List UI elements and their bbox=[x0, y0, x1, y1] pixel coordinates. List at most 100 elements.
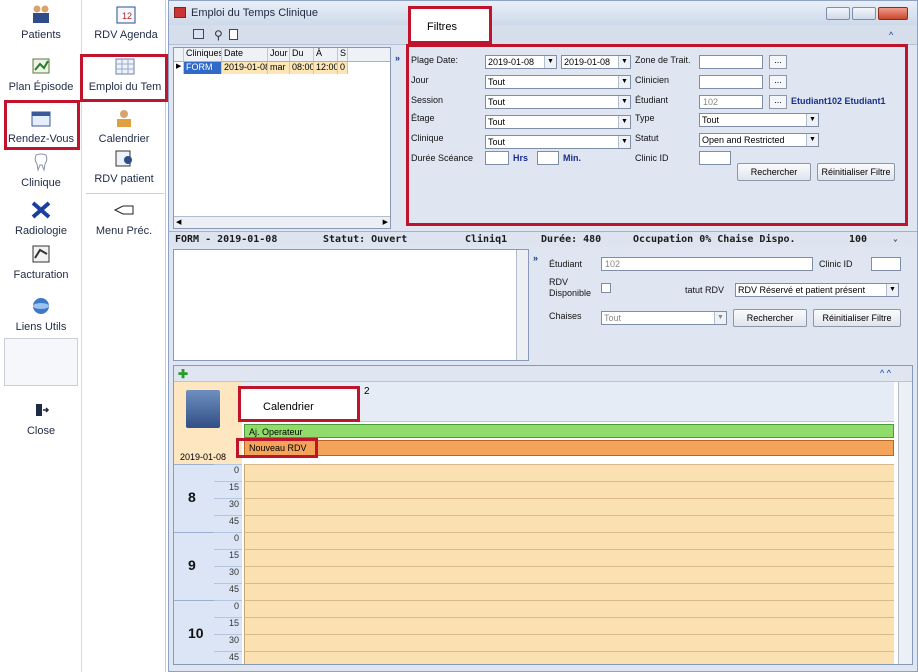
window-title: Emploi du Temps Clinique bbox=[191, 7, 318, 19]
col-date[interactable]: Date bbox=[222, 48, 268, 61]
time-slot[interactable] bbox=[244, 515, 894, 532]
minute-label: 30 bbox=[214, 566, 242, 581]
time-slot[interactable] bbox=[244, 464, 894, 481]
summary-band: FORM - 2019-01-08 Statut: Ouvert Cliniq1… bbox=[169, 231, 917, 247]
calendar-scrollbar[interactable] bbox=[898, 382, 912, 664]
nav-close[interactable]: Close bbox=[6, 400, 76, 437]
highlight-rendez-vous bbox=[4, 100, 80, 150]
clipboard-icon[interactable] bbox=[229, 29, 238, 40]
layout-icon[interactable] bbox=[193, 29, 204, 39]
detail-etudiant-field[interactable]: 102 bbox=[601, 257, 813, 271]
add-icon[interactable]: ✚ bbox=[178, 367, 188, 381]
nav-label: Close bbox=[26, 425, 56, 437]
notes-area[interactable] bbox=[173, 249, 529, 361]
cell[interactable]: 2019-01-08 bbox=[222, 62, 268, 74]
horizontal-scrollbar[interactable]: ◀ ▶ bbox=[174, 216, 390, 228]
calendar-date: 2019-01-08 bbox=[180, 452, 227, 462]
nav-liens[interactable]: Liens Utils bbox=[0, 296, 82, 333]
expand-filters-icon[interactable]: » bbox=[395, 53, 400, 63]
time-slot[interactable] bbox=[244, 566, 894, 583]
highlight-emploi bbox=[80, 54, 168, 102]
time-slot[interactable] bbox=[244, 481, 894, 498]
nav-label: Patients bbox=[21, 29, 61, 41]
statut-rdv-select[interactable]: RDV Réservé et patient présent ▼ bbox=[735, 283, 899, 297]
summary-clinique: Cliniq1 bbox=[465, 234, 508, 245]
detail-reinit-button[interactable]: Réinitialiser Filtre bbox=[813, 309, 901, 327]
cell[interactable]: mar bbox=[268, 62, 290, 74]
time-slot[interactable] bbox=[244, 583, 894, 600]
tooth-icon bbox=[34, 153, 48, 172]
minute-label: 45 bbox=[214, 583, 242, 598]
time-slot[interactable] bbox=[244, 549, 894, 566]
nav-facturation[interactable]: Facturation bbox=[0, 244, 82, 281]
svg-text:12: 12 bbox=[122, 11, 132, 21]
vertical-scrollbar[interactable] bbox=[516, 250, 528, 360]
cell[interactable]: 12:00 bbox=[314, 62, 338, 74]
time-slot[interactable] bbox=[244, 532, 894, 549]
nav-divider bbox=[86, 193, 164, 194]
summary-occupation: Occupation 0% Chaise Dispo. bbox=[633, 234, 796, 245]
highlight-nouveau-rdv bbox=[236, 438, 318, 458]
chevron-down-icon: ▼ bbox=[886, 284, 898, 296]
restore-button[interactable] bbox=[852, 7, 876, 20]
table-row[interactable]: ▶ FORM 2019-01-08 mar 08:00 12:00 0 bbox=[174, 62, 390, 74]
search-icon[interactable]: ⚲ bbox=[214, 28, 223, 42]
close-button[interactable] bbox=[878, 7, 908, 20]
callout-filtres: Filtres bbox=[408, 6, 492, 44]
cell[interactable]: 08:00 bbox=[290, 62, 314, 74]
expand-detail-icon[interactable]: » bbox=[533, 253, 538, 263]
patient-rdv-icon bbox=[115, 150, 132, 167]
time-slot[interactable] bbox=[244, 600, 894, 617]
minute-label: 0 bbox=[214, 600, 242, 615]
time-slot[interactable] bbox=[244, 617, 894, 634]
operator-number: 2 bbox=[364, 386, 370, 397]
nav-label: Liens Utils bbox=[15, 321, 67, 333]
rdv-dispo-checkbox[interactable] bbox=[601, 283, 611, 293]
calendar-toolbar: ✚ ^ ^ bbox=[174, 366, 912, 382]
nav-rdv-agenda[interactable]: 12 RDV Agenda bbox=[84, 4, 168, 41]
nouveau-rdv-bar[interactable]: Nouveau RDV bbox=[244, 440, 894, 456]
detail-clinicid-field[interactable] bbox=[871, 257, 901, 271]
chaises-select[interactable]: Tout ▼ bbox=[601, 311, 727, 325]
nav-patients[interactable]: Patients bbox=[6, 4, 76, 41]
col-cliniques[interactable]: Cliniques bbox=[184, 48, 222, 61]
nav-plan[interactable]: Plan Épisode bbox=[0, 56, 82, 93]
scroll-left-icon[interactable]: ◀ bbox=[176, 218, 181, 226]
person-calendar-icon bbox=[117, 110, 131, 127]
summary-form: FORM - 2019-01-08 bbox=[175, 234, 278, 245]
folder-icon bbox=[186, 390, 220, 428]
nav-rdv-patient[interactable]: RDV patient bbox=[82, 148, 166, 185]
aj-operateur-bar[interactable]: Aj. Operateur bbox=[244, 424, 894, 438]
invoice-icon bbox=[32, 245, 50, 263]
col-a[interactable]: À bbox=[314, 48, 338, 61]
nav-calendrier[interactable]: Calendrier bbox=[82, 108, 166, 145]
nav-spacer bbox=[4, 338, 78, 386]
back-hand-icon bbox=[113, 205, 134, 215]
col-du[interactable]: Du bbox=[290, 48, 314, 61]
minute-label: 0 bbox=[214, 464, 242, 479]
collapse-icon[interactable]: ^ bbox=[889, 30, 893, 40]
time-slot[interactable] bbox=[244, 651, 894, 664]
minute-label: 45 bbox=[214, 515, 242, 530]
detail-rechercher-button[interactable]: Rechercher bbox=[733, 309, 807, 327]
nav-clinique[interactable]: Clinique bbox=[6, 152, 76, 189]
collapse-summary-icon[interactable]: ⌄ bbox=[893, 234, 898, 243]
calendar-date-cell: 2019-01-08 bbox=[174, 382, 242, 464]
summary-statut: Statut: Ouvert bbox=[323, 234, 408, 245]
highlight-filters bbox=[406, 44, 908, 226]
nav-label: Clinique bbox=[21, 177, 61, 189]
time-slot[interactable] bbox=[244, 634, 894, 651]
nav-menu-prec[interactable]: Menu Préc. bbox=[82, 200, 166, 237]
cell[interactable]: 0 bbox=[338, 62, 348, 74]
hour-label: 10 bbox=[188, 625, 204, 641]
app-icon bbox=[174, 7, 186, 18]
minute-label: 0 bbox=[214, 532, 242, 547]
time-slot[interactable] bbox=[244, 498, 894, 515]
nav-radiologie[interactable]: Radiologie bbox=[6, 200, 76, 237]
minimize-button[interactable] bbox=[826, 7, 850, 20]
scroll-right-icon[interactable]: ▶ bbox=[383, 218, 388, 226]
col-s[interactable]: S bbox=[338, 48, 348, 61]
col-jour[interactable]: Jour bbox=[268, 48, 290, 61]
collapse-calendar-icon[interactable]: ^ ^ bbox=[880, 368, 891, 378]
cell[interactable]: FORM bbox=[184, 62, 222, 74]
